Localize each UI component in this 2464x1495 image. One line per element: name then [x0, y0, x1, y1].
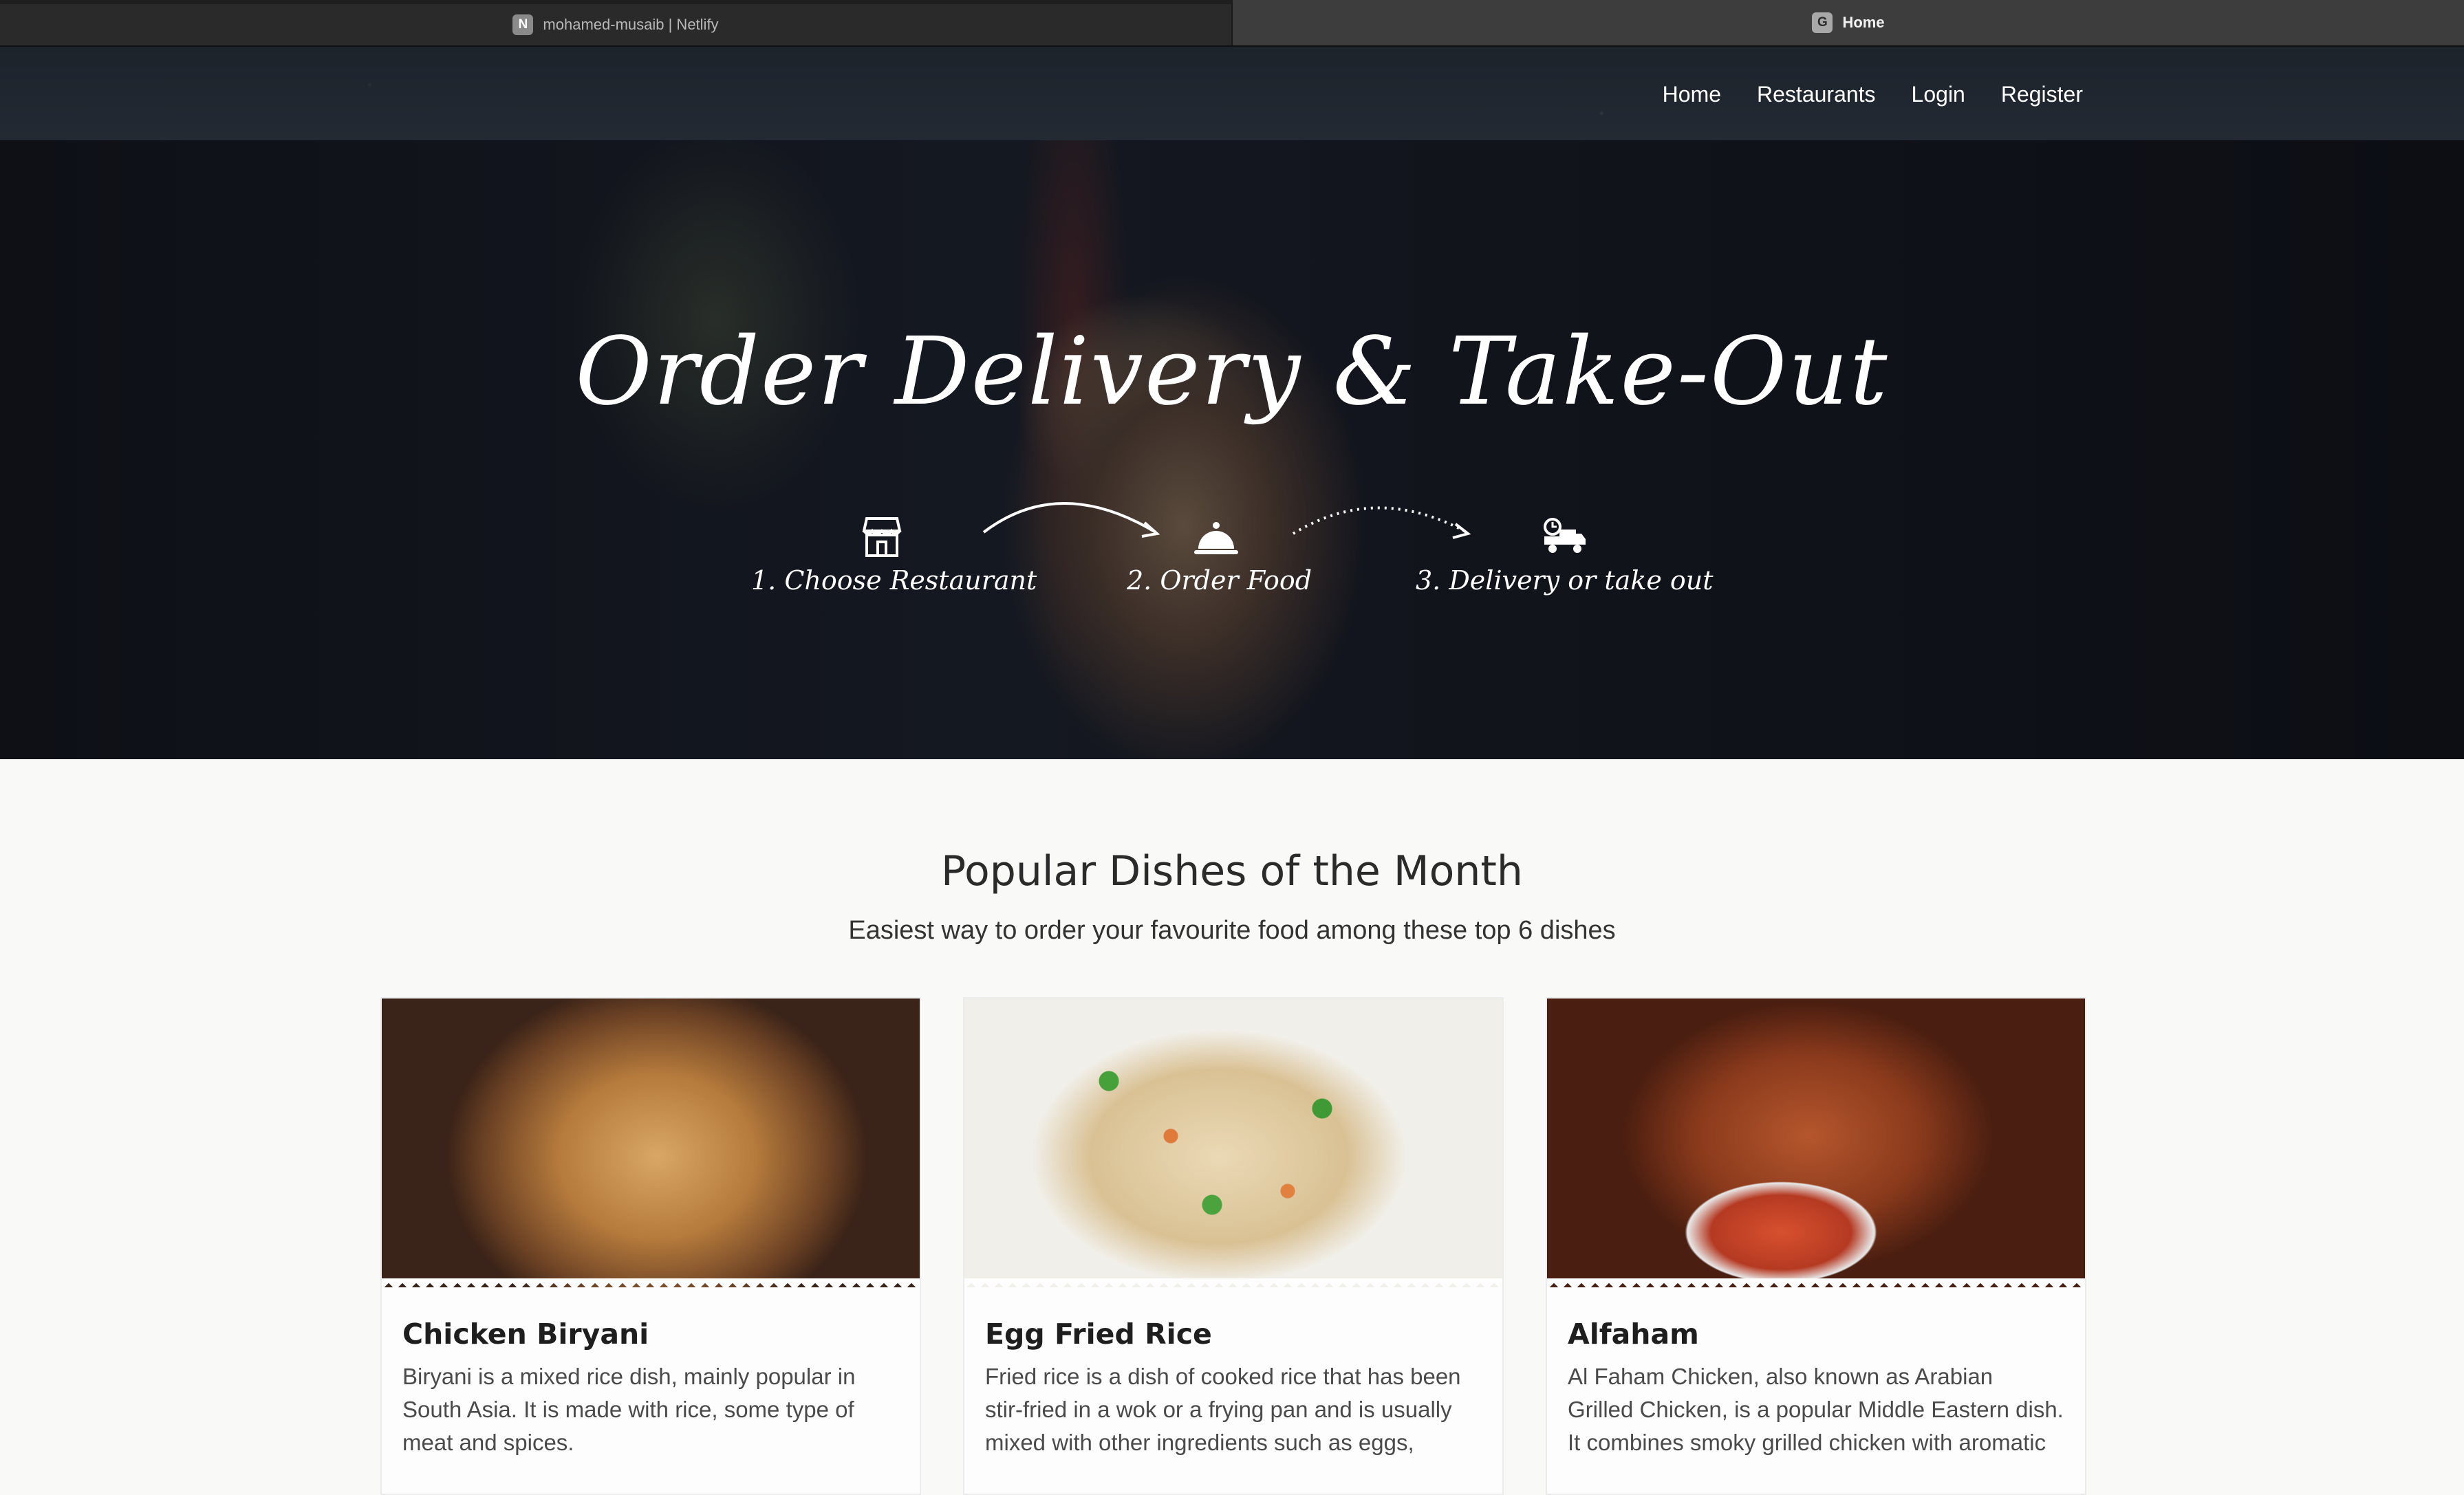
- dish-image-chicken-biryani: [382, 999, 920, 1287]
- hero-title: Order Delivery & Take-Out: [575, 318, 1889, 426]
- step-label: 3. Delivery or take out: [1416, 565, 1714, 596]
- dish-image-alfaham: [1547, 999, 2085, 1287]
- browser-tab-strip: N mohamed-musaib | Netlify G Home: [0, 0, 2464, 45]
- dish-name: Egg Fried Rice: [985, 1318, 1212, 1351]
- step-label: 2. Order Food: [1127, 565, 1312, 596]
- browser-tab-home[interactable]: G Home: [1233, 0, 2464, 45]
- dish-name: Alfaham: [1568, 1318, 1699, 1351]
- cloche-icon: [1194, 522, 1238, 554]
- dish-name: Chicken Biryani: [402, 1318, 649, 1351]
- dish-card-alfaham[interactable]: Alfaham Al Faham Chicken, also known as …: [1546, 997, 2086, 1495]
- nav-link-home[interactable]: Home: [1663, 82, 1721, 107]
- dish-description: Fried rice is a dish of cooked rice that…: [985, 1364, 1461, 1455]
- popular-dishes-title: Popular Dishes of the Month: [941, 847, 1523, 895]
- tab-title: Home: [1842, 14, 1885, 31]
- browser-tab-netlify[interactable]: N mohamed-musaib | Netlify: [0, 0, 1233, 45]
- home-favicon-icon: G: [1812, 12, 1833, 33]
- popular-dishes-subtitle: Easiest way to order your favourite food…: [848, 916, 1616, 945]
- nav-link-restaurants[interactable]: Restaurants: [1757, 82, 1876, 107]
- step-label: 1. Choose Restaurant: [751, 565, 1037, 596]
- tab-title: mohamed-musaib | Netlify: [543, 16, 719, 33]
- nav-link-register[interactable]: Register: [2001, 82, 2083, 107]
- netlify-favicon-icon: N: [512, 14, 534, 35]
- step-choose-restaurant: 1. Choose Restaurant: [751, 512, 1037, 596]
- storefront-icon: [862, 517, 902, 557]
- nav-links: Home Restaurants Login Register: [1663, 47, 2083, 142]
- dish-image-egg-fried-rice: [964, 999, 1502, 1287]
- dish-card-chicken-biryani[interactable]: Chicken Biryani Biryani is a mixed rice …: [380, 997, 921, 1495]
- step-order-food: 2. Order Food: [1127, 512, 1312, 596]
- nav-link-login[interactable]: Login: [1912, 82, 1965, 107]
- site-navbar: Home Restaurants Login Register: [0, 45, 2464, 142]
- delivery-truck-icon: [1544, 518, 1586, 553]
- dish-card-egg-fried-rice[interactable]: Egg Fried Rice Fried rice is a dish of c…: [963, 997, 1504, 1495]
- hero-banner: Order Delivery & Take-Out 1. Choose Rest…: [0, 140, 2464, 759]
- dish-description: Biryani is a mixed rice dish, mainly pop…: [402, 1364, 856, 1455]
- step-delivery-or-takeout: 3. Delivery or take out: [1416, 512, 1714, 596]
- dish-description: Al Faham Chicken, also known as Arabian …: [1568, 1364, 2064, 1455]
